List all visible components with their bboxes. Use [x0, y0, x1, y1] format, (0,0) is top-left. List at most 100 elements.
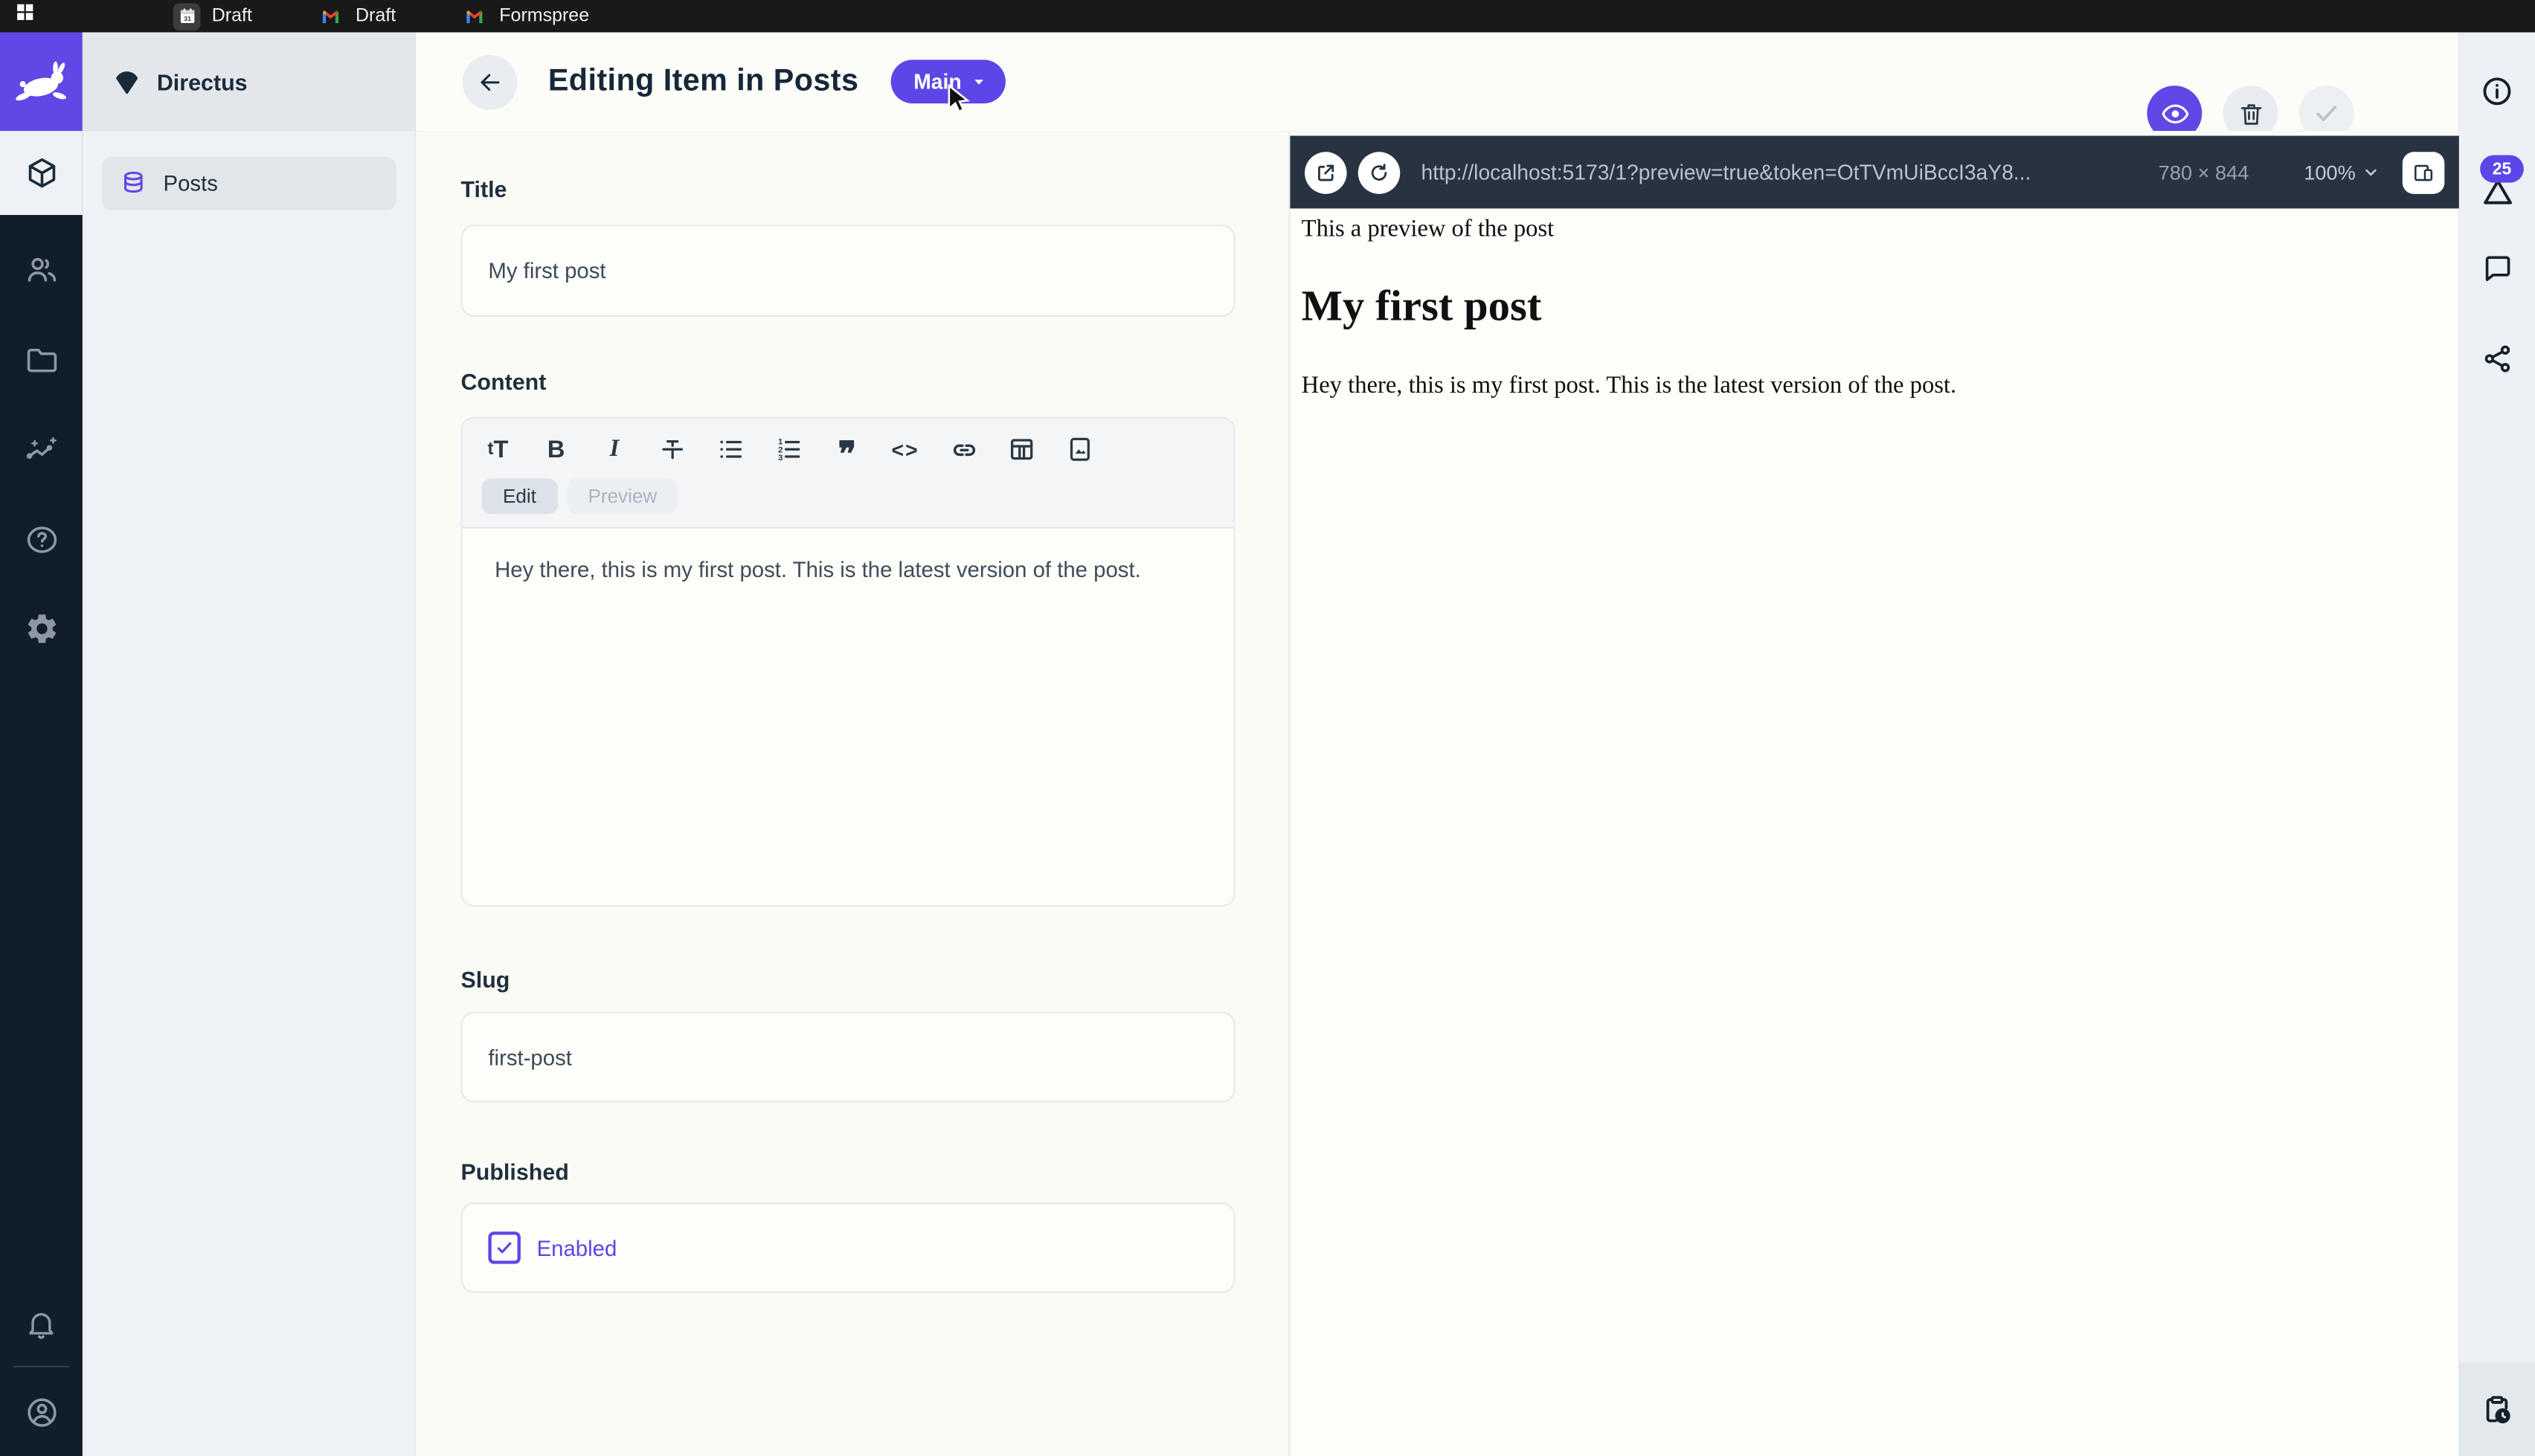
divider — [13, 1366, 69, 1368]
notifications-bell-icon — [25, 1307, 59, 1341]
directus-rabbit-icon — [12, 61, 70, 103]
responsive-toggle-icon — [2412, 161, 2435, 183]
user-avatar-icon — [24, 1395, 60, 1431]
page-title: Editing Item in Posts — [548, 64, 859, 100]
title-value: My first post — [488, 259, 605, 283]
preview-post-body: Hey there, this is my first post. This i… — [1302, 373, 1957, 401]
svg-text:3: 3 — [778, 454, 783, 463]
project-header[interactable]: Directus — [83, 32, 416, 131]
comments-icon — [2481, 252, 2513, 284]
bold-icon[interactable]: B — [540, 436, 572, 463]
responsive-toggle-button[interactable] — [2403, 151, 2445, 193]
preview-eye-icon — [2159, 97, 2190, 128]
module-help[interactable] — [0, 497, 83, 582]
table-icon[interactable] — [1006, 435, 1038, 464]
module-files[interactable] — [0, 318, 83, 402]
sidebar-footer — [2459, 1362, 2535, 1456]
browser-tab-formspree[interactable]: Formspree — [460, 2, 589, 30]
delete-trash-icon — [2237, 100, 2264, 127]
user-menu-button[interactable] — [0, 1370, 83, 1455]
browser-tab-draft-1[interactable]: 31 Draft — [173, 2, 252, 30]
help-module-icon — [24, 522, 60, 558]
sidebar-item-label: Posts — [164, 171, 218, 196]
slug-value: first-post — [488, 1045, 572, 1069]
preview-dimensions: 780 × 844 — [2159, 161, 2249, 183]
title-input[interactable]: My first post — [460, 225, 1235, 317]
title-field-label: Title — [460, 176, 507, 202]
open-in-new-button[interactable] — [1305, 151, 1347, 193]
right-sidebar: 25 — [2459, 32, 2535, 1456]
info-drawer-button[interactable] — [2459, 74, 2535, 109]
tab-preview[interactable]: Preview — [567, 478, 678, 514]
chevron-down-icon — [2362, 164, 2380, 181]
bulleted-list-icon[interactable] — [715, 435, 747, 464]
live-preview-panel: http://localhost:5173/1?preview=true&tok… — [1290, 131, 2458, 1456]
revision-count-badge: 25 — [2480, 155, 2524, 183]
content-field-label: Content — [460, 369, 546, 395]
refresh-icon — [1368, 161, 1390, 183]
navigation-sidebar: Directus Posts — [83, 32, 416, 1456]
preview-post-heading: My first post — [1302, 281, 1957, 331]
tab-edit[interactable]: Edit — [482, 478, 557, 514]
module-insights[interactable] — [0, 408, 83, 492]
browser-tab-label: Draft — [212, 7, 252, 26]
published-field-label: Published — [460, 1159, 568, 1185]
module-content[interactable] — [0, 131, 83, 215]
shares-drawer-button[interactable] — [2459, 343, 2535, 375]
directus-logo[interactable] — [0, 32, 83, 131]
browser-tab-draft-2[interactable]: Draft — [317, 2, 396, 30]
refresh-button[interactable] — [1358, 151, 1401, 193]
browser-tab-label: Formspree — [499, 7, 589, 26]
editor-mode-tabs: Edit Preview — [482, 478, 1218, 514]
gmail-icon — [317, 2, 344, 30]
format-size-icon[interactable]: tT — [482, 436, 514, 463]
arrow-left-icon — [475, 67, 504, 96]
slug-input[interactable]: first-post — [460, 1012, 1235, 1103]
page-header: Editing Item in Posts Main — [416, 32, 2459, 131]
module-settings[interactable] — [0, 587, 83, 671]
apps-grid-icon[interactable] — [15, 1, 36, 30]
published-checkbox-label: Enabled — [537, 1236, 617, 1260]
preview-document: This a preview of the post My first post… — [1302, 216, 1957, 401]
svg-text:31: 31 — [183, 15, 190, 22]
back-button[interactable] — [463, 54, 518, 109]
browser-tab-bar: 31 Draft Draft Formspree — [0, 0, 2535, 32]
comments-drawer-button[interactable] — [2459, 252, 2535, 284]
item-edit-form: Title My first post Content tT B I — [416, 131, 1291, 1456]
calendar-icon: 31 — [173, 2, 201, 30]
content-textarea[interactable]: Hey there, this is my first post. This i… — [463, 529, 1215, 612]
clipboard-clock-icon — [2480, 1392, 2514, 1426]
content-module-icon — [24, 155, 60, 191]
save-check-icon — [2312, 99, 2341, 128]
slug-field-label: Slug — [460, 967, 510, 993]
link-icon[interactable] — [948, 434, 980, 465]
shares-icon — [2481, 343, 2513, 375]
files-module-icon — [24, 343, 60, 379]
module-users[interactable] — [0, 228, 83, 312]
users-module-icon — [24, 252, 60, 288]
notifications-button[interactable] — [0, 1282, 83, 1366]
mouse-cursor — [944, 84, 973, 116]
preview-url[interactable]: http://localhost:5173/1?preview=true&tok… — [1421, 160, 2031, 184]
numbered-list-icon[interactable]: 123 — [773, 435, 805, 464]
project-name: Directus — [157, 68, 248, 94]
project-wedge-icon — [112, 66, 142, 97]
italic-icon[interactable]: I — [598, 436, 630, 463]
sidebar-item-posts[interactable]: Posts — [102, 157, 396, 210]
preview-zoom-select[interactable]: 100% — [2304, 161, 2380, 183]
strikethrough-icon[interactable] — [656, 435, 688, 464]
browser-tab-label: Draft — [356, 7, 396, 26]
gmail-icon — [460, 2, 488, 30]
insights-module-icon — [24, 431, 60, 467]
blockquote-icon[interactable]: ❞ — [831, 435, 863, 464]
image-icon[interactable] — [1064, 435, 1096, 464]
preview-toolbar: http://localhost:5173/1?preview=true&tok… — [1290, 136, 2458, 209]
published-checkbox[interactable] — [488, 1231, 520, 1263]
editor-toolbar: tT B I 123 ❞ <> — [463, 419, 1234, 529]
info-icon — [2480, 74, 2514, 109]
settings-module-icon — [24, 611, 60, 647]
open-in-new-icon — [1314, 161, 1337, 183]
markdown-editor[interactable]: tT B I 123 ❞ <> — [460, 417, 1235, 907]
database-icon — [120, 170, 147, 197]
code-icon[interactable]: <> — [889, 437, 921, 462]
